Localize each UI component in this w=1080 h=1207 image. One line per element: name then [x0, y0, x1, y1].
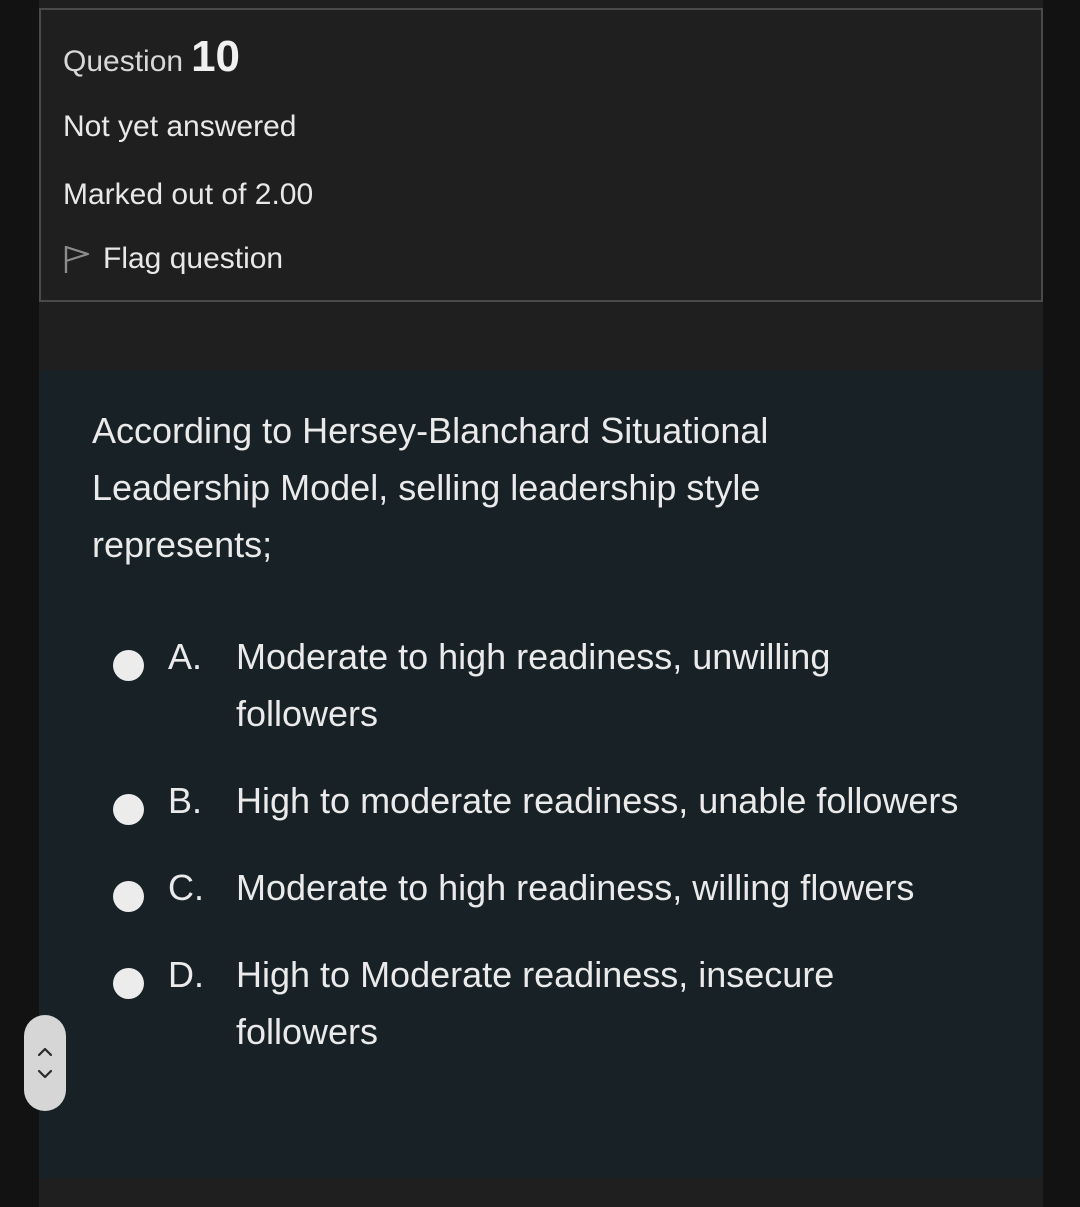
- chevron-down-icon[interactable]: [37, 1069, 53, 1079]
- answer-option-c[interactable]: C. Moderate to high readiness, willing f…: [113, 859, 1013, 916]
- radio-button-a[interactable]: [113, 650, 144, 681]
- radio-button-d[interactable]: [113, 968, 144, 999]
- answer-text-b: High to moderate readiness, unable follo…: [236, 780, 959, 821]
- answer-text-c: Moderate to high readiness, willing flow…: [236, 867, 915, 908]
- flag-question-button[interactable]: Flag question: [63, 242, 283, 276]
- question-text: According to Hersey-Blanchard Situationa…: [92, 410, 769, 565]
- answer-option-d[interactable]: D. High to Moderate readiness, insecure …: [113, 946, 1013, 1060]
- answer-list: A. Moderate to high readiness, unwilling…: [113, 628, 1013, 1060]
- question-info-box: Question 10 Not yet answered Marked out …: [39, 8, 1043, 302]
- question-state: Not yet answered: [63, 110, 297, 143]
- answer-option-a[interactable]: A. Moderate to high readiness, unwilling…: [113, 628, 1013, 742]
- answer-option-b[interactable]: B. High to moderate readiness, unable fo…: [113, 772, 1013, 829]
- flag-icon: [63, 244, 91, 274]
- question-number: 10: [191, 32, 241, 81]
- radio-button-b[interactable]: [113, 794, 144, 825]
- answer-letter-d: D.: [168, 954, 204, 995]
- flag-question-label: Flag question: [103, 242, 284, 275]
- question-content: According to Hersey-Blanchard Situationa…: [39, 370, 1043, 1178]
- radio-button-c[interactable]: [113, 881, 144, 912]
- answer-letter-b: B.: [168, 780, 203, 821]
- question-prefix: Question: [63, 45, 184, 78]
- chevron-up-icon[interactable]: [37, 1047, 53, 1057]
- answer-text-d: High to Moderate readiness, insecure fol…: [236, 954, 835, 1052]
- side-scroll-control[interactable]: [24, 1015, 66, 1111]
- answer-letter-c: C.: [168, 867, 204, 908]
- question-grade: Marked out of 2.00: [63, 178, 314, 211]
- answer-letter-a: A.: [168, 636, 203, 677]
- answer-text-a: Moderate to high readiness, unwilling fo…: [236, 636, 831, 734]
- question-number-line: Question 10: [63, 32, 240, 82]
